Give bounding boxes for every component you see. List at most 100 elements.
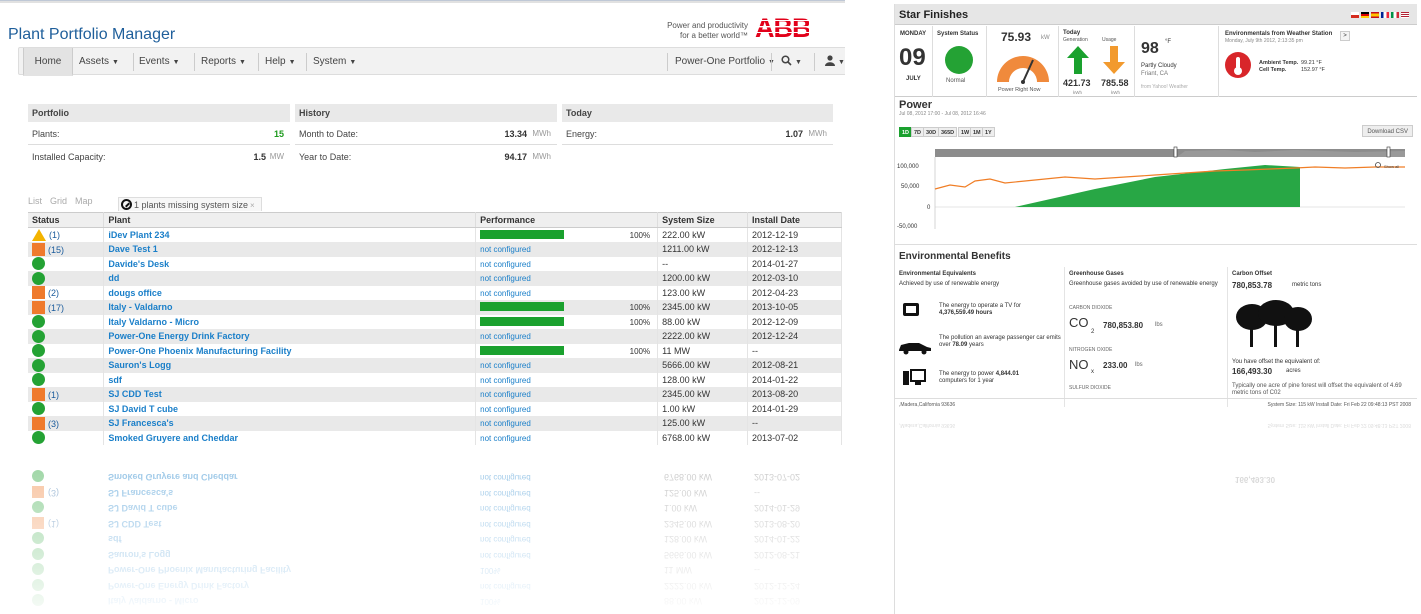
performance-not-configured[interactable]: not configured xyxy=(480,274,531,283)
performance-not-configured[interactable]: not configured xyxy=(480,361,531,370)
flag-fr-icon[interactable] xyxy=(1381,12,1389,18)
plant-link[interactable]: Italy Valdarno - Micro xyxy=(108,317,199,327)
col-status[interactable]: Status xyxy=(28,212,105,228)
event-count[interactable]: (1) xyxy=(48,390,59,400)
table-row[interactable]: Davide's Desk not configured -- 2014-01-27 xyxy=(28,256,842,271)
tab-map[interactable]: Map xyxy=(75,196,93,206)
flag-it-icon[interactable] xyxy=(1391,12,1399,18)
warning-triangle-icon xyxy=(32,229,46,241)
table-row[interactable]: (1) iDev Plant 234 100% 222.00 kW 2012-12-19 xyxy=(28,227,842,242)
table-row[interactable]: (17) Italy - Valdarno 100% 2345.00 kW 2013-1… xyxy=(28,300,842,315)
plant-link[interactable]: dd xyxy=(108,273,119,283)
install-date-cell: -- xyxy=(747,416,842,431)
table-row[interactable]: dd not configured 1200.00 kW 2012-03-10 xyxy=(28,271,842,286)
chevron-down-icon: ▼ xyxy=(838,59,845,66)
nav-search[interactable]: ▼ xyxy=(781,48,802,76)
performance-not-configured[interactable]: not configured xyxy=(480,332,531,341)
navigator-handle-left[interactable] xyxy=(1173,146,1178,158)
event-count[interactable]: (1) xyxy=(49,230,60,240)
capacity-label: Installed Capacity: xyxy=(32,152,106,162)
tab-list[interactable]: List xyxy=(28,196,42,206)
plant-link[interactable]: Power-One Phoenix Manufacturing Facility xyxy=(108,346,291,356)
range-button-365d[interactable]: 365D xyxy=(938,127,958,137)
flag-de-icon[interactable] xyxy=(1361,12,1369,18)
plant-link[interactable]: Power-One Energy Drink Factory xyxy=(108,331,249,341)
plant-link[interactable]: sdf xyxy=(108,375,122,385)
co2-unit: lbs xyxy=(1155,322,1163,328)
table-row[interactable]: (2) dougs office not configured 123.00 kW 20… xyxy=(28,285,842,300)
performance-not-configured[interactable]: not configured xyxy=(480,419,531,428)
col-system-size[interactable]: System Size xyxy=(657,212,749,228)
table-row[interactable]: (1) SJ CDD Test not configured 2345.00 kW 20… xyxy=(28,387,842,402)
plant-link[interactable]: Davide's Desk xyxy=(108,259,169,269)
plant-link[interactable]: dougs office xyxy=(108,288,162,298)
nav-reports[interactable]: Reports ▼ xyxy=(201,48,246,76)
nav-portfolio-select[interactable]: Power-One Portfolio▼ xyxy=(675,48,775,76)
plant-link[interactable]: SJ CDD Test xyxy=(108,389,161,399)
missing-size-filter[interactable]: 1 plants missing system size × xyxy=(118,197,262,211)
chevron-down-icon: ▼ xyxy=(172,59,180,66)
range-button-30d[interactable]: 30D xyxy=(923,127,940,137)
table-row[interactable]: (15) Dave Test 1 not configured 1211.00 kW 2… xyxy=(28,242,842,257)
install-date-cell: -- xyxy=(747,343,842,358)
plant-link[interactable]: SJ David T cube xyxy=(108,404,178,414)
nav-assets-label: Assets xyxy=(79,56,110,67)
table-row[interactable]: Power-One Phoenix Manufacturing Facility… xyxy=(28,343,842,358)
performance-cell: 100% xyxy=(475,343,659,358)
table-row[interactable]: SJ David T cube not configured 1.00 kW 2014… xyxy=(28,401,842,416)
nav-divider xyxy=(194,53,195,71)
nav-system[interactable]: System ▼ xyxy=(313,48,356,76)
nav-assets[interactable]: Assets ▼ xyxy=(79,48,119,76)
nav-home[interactable]: Home xyxy=(23,48,73,76)
chevron-down-icon: ▼ xyxy=(112,59,119,66)
performance-not-configured[interactable]: not configured xyxy=(480,390,531,399)
plant-link[interactable]: Dave Test 1 xyxy=(108,244,157,254)
performance-bar xyxy=(480,345,565,355)
system-status-label: System Status xyxy=(937,31,979,37)
performance-not-configured[interactable]: not configured xyxy=(480,376,531,385)
table-row[interactable]: sdf not configured 128.00 kW 2014-01-22 xyxy=(28,372,842,387)
performance-cell: not configured xyxy=(475,372,659,387)
plant-link[interactable]: Sauron's Logg xyxy=(108,360,171,370)
eq-tv-text: The energy to operate a TV for xyxy=(939,303,1021,309)
performance-not-configured[interactable]: not configured xyxy=(480,405,531,414)
performance-not-configured[interactable]: not configured xyxy=(480,245,531,254)
co-offset-text: You have offset the equivalent of: xyxy=(1232,359,1321,365)
flag-us-icon[interactable] xyxy=(1401,12,1409,18)
col-performance[interactable]: Performance xyxy=(475,212,659,228)
alert-square-icon xyxy=(32,242,45,256)
event-count[interactable]: (15) xyxy=(48,245,64,255)
table-row[interactable]: (3) SJ Francesca's not configured 125.00 kW… xyxy=(28,416,842,431)
status-ok-icon xyxy=(32,358,45,372)
performance-not-configured[interactable]: not configured xyxy=(480,434,531,443)
plant-link[interactable]: iDev Plant 234 xyxy=(108,230,169,240)
download-csv-button[interactable]: Download CSV xyxy=(1362,125,1413,137)
event-count[interactable]: (17) xyxy=(48,303,64,313)
plant-link[interactable]: SJ Francesca's xyxy=(108,418,173,428)
plant-cell: SJ David T cube xyxy=(103,401,477,416)
nav-user[interactable]: ▼ xyxy=(825,48,845,76)
nav-help[interactable]: Help ▼ xyxy=(265,48,296,76)
plant-link[interactable]: Smoked Gruyere and Cheddar xyxy=(108,433,238,443)
event-count[interactable]: (2) xyxy=(48,288,59,298)
chevron-right-icon[interactable]: > xyxy=(1340,31,1350,41)
show-all-link[interactable]: Show all xyxy=(1384,164,1399,169)
col-install-date[interactable]: Install Date xyxy=(747,212,842,228)
table-row[interactable]: Sauron's Logg not configured 5666.00 kW 201… xyxy=(28,358,842,373)
close-icon[interactable]: × xyxy=(250,201,255,210)
tab-grid[interactable]: Grid xyxy=(50,196,67,206)
flag-es-icon[interactable] xyxy=(1371,12,1379,18)
flag-cz-icon[interactable] xyxy=(1351,12,1359,18)
plant-link[interactable]: Italy - Valdarno xyxy=(108,302,172,312)
table-row[interactable]: Smoked Gruyere and Cheddar not configured… xyxy=(28,430,842,445)
nav-home-label: Home xyxy=(34,56,62,67)
nav-events[interactable]: Events ▼ xyxy=(139,48,180,76)
col-plant[interactable]: Plant xyxy=(103,212,477,228)
performance-not-configured[interactable]: not configured xyxy=(480,289,531,298)
range-button-1y[interactable]: 1Y xyxy=(982,127,995,137)
event-count[interactable]: (3) xyxy=(48,419,59,429)
table-row[interactable]: Power-One Energy Drink Factory not config… xyxy=(28,329,842,344)
table-row[interactable]: Italy Valdarno - Micro 100% 88.00 kW 2012-1… xyxy=(28,314,842,329)
navigator-handle-right[interactable] xyxy=(1386,146,1391,158)
performance-not-configured[interactable]: not configured xyxy=(480,260,531,269)
